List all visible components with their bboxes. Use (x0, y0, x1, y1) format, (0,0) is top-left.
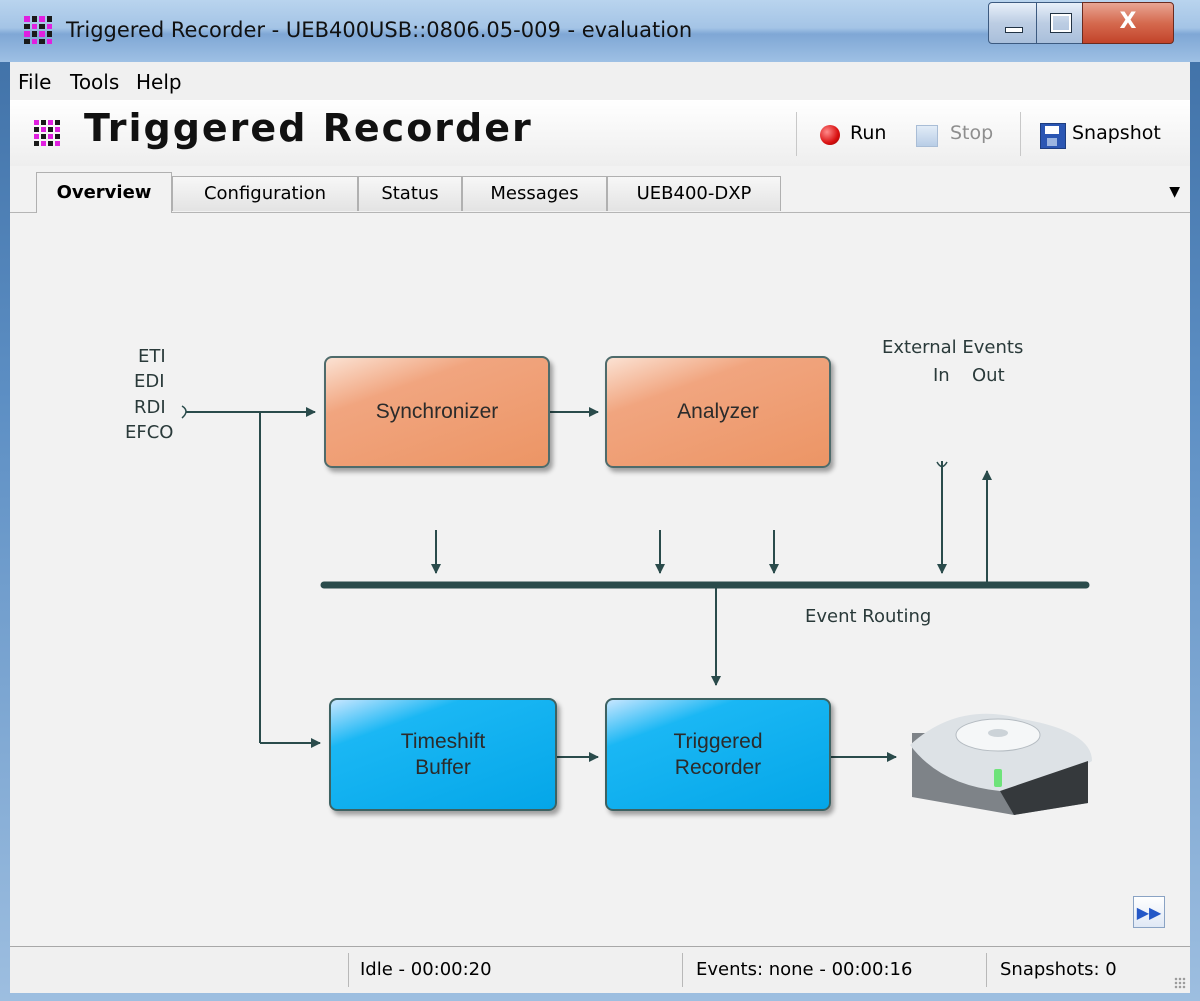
title-bar[interactable]: Triggered Recorder - UEB400USB::0806.05-… (0, 0, 1200, 62)
input-label-efco: EFCO (125, 422, 174, 443)
timeshift-buffer-block[interactable]: Timeshift Buffer (329, 698, 557, 811)
client-area: File Tools Help Triggered Recorder Run S… (10, 62, 1190, 993)
app-header: Triggered Recorder Run Stop Snapshot (10, 100, 1190, 167)
status-separator (348, 953, 349, 987)
maximize-icon (1050, 13, 1072, 33)
menu-file[interactable]: File (18, 70, 51, 94)
status-events: Events: none - 00:00:16 (696, 959, 913, 980)
synchronizer-block[interactable]: Synchronizer (324, 356, 550, 468)
status-bar: Idle - 00:00:20 Events: none - 00:00:16 … (10, 946, 1190, 993)
stop-button: Stop (950, 122, 994, 144)
tab-bar: Overview Configuration Status Messages U… (10, 166, 1190, 213)
toolbar-separator (796, 112, 797, 156)
app-logo-icon (34, 120, 60, 146)
tab-overview[interactable]: Overview (36, 172, 172, 213)
input-label-edi: EDI (134, 371, 165, 392)
input-chevron (181, 405, 187, 419)
run-button[interactable]: Run (850, 122, 886, 144)
stop-icon (916, 125, 938, 147)
resize-grip-icon[interactable] (1174, 977, 1186, 989)
tab-status[interactable]: Status (358, 176, 462, 211)
triggered-recorder-block[interactable]: Triggered Recorder (605, 698, 831, 811)
close-icon: X (1119, 9, 1137, 34)
status-snapshots: Snapshots: 0 (1000, 959, 1117, 980)
external-out-label: Out (972, 365, 1005, 386)
tab-overflow-chevron-icon[interactable]: ▼ (1169, 184, 1180, 200)
application-window: Triggered Recorder - UEB400USB::0806.05-… (0, 0, 1200, 1001)
app-name: Triggered Recorder (84, 106, 533, 150)
run-icon[interactable] (820, 125, 840, 145)
minimize-button[interactable] (988, 2, 1038, 44)
toolbar-separator (1020, 112, 1021, 156)
event-routing-label: Event Routing (805, 606, 932, 627)
analyzer-block[interactable]: Analyzer (605, 356, 831, 468)
status-separator (682, 953, 683, 987)
tab-ueb400-dxp[interactable]: UEB400-DXP (607, 176, 781, 211)
hard-disk-icon (910, 713, 1092, 815)
tab-messages[interactable]: Messages (462, 176, 607, 211)
external-in-label: In (933, 365, 950, 386)
close-button[interactable]: X (1082, 2, 1174, 44)
snapshot-button[interactable]: Snapshot (1072, 122, 1161, 144)
save-disk-icon[interactable] (1040, 123, 1066, 149)
status-state: Idle - 00:00:20 (360, 959, 492, 980)
external-events-label: External Events (882, 337, 1024, 358)
window-title: Triggered Recorder - UEB400USB::0806.05-… (66, 18, 693, 42)
fast-forward-button[interactable]: ▶▶ (1133, 896, 1165, 928)
overview-diagram: ETI EDI RDI EFCO External Events In Out … (10, 213, 1190, 946)
maximize-button[interactable] (1036, 2, 1084, 44)
minimize-icon (1005, 27, 1023, 33)
input-label-rdi: RDI (134, 397, 166, 418)
tab-configuration[interactable]: Configuration (172, 176, 358, 211)
input-label-eti: ETI (138, 346, 166, 367)
menu-help[interactable]: Help (136, 70, 182, 94)
menu-bar: File Tools Help (10, 62, 1190, 100)
status-separator (986, 953, 987, 987)
diagram-connectors (181, 405, 1092, 815)
menu-tools[interactable]: Tools (70, 70, 119, 94)
app-icon[interactable] (24, 16, 52, 44)
